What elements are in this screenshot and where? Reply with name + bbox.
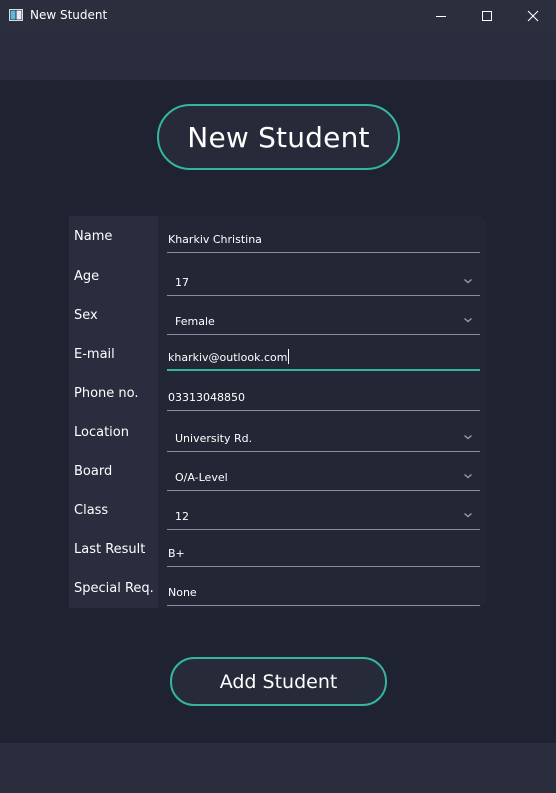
- special-req-field[interactable]: None: [167, 572, 480, 606]
- chevron-down-icon: [464, 279, 472, 284]
- maximize-button[interactable]: [464, 0, 510, 31]
- class-value: 12: [175, 510, 189, 523]
- age-value: 17: [175, 276, 189, 289]
- special-req-value: None: [168, 586, 197, 599]
- sex-underline: [167, 334, 480, 335]
- phone-underline: [167, 410, 480, 411]
- board-underline: [167, 490, 480, 491]
- sex-value: Female: [175, 315, 215, 328]
- last-result-value: B+: [168, 547, 185, 560]
- email-text: kharkiv@outlook.com: [168, 351, 288, 364]
- app-window: New Student New Student Name Age Sex E-m…: [0, 0, 556, 793]
- location-label: Location: [74, 425, 129, 440]
- chevron-down-icon: [464, 318, 472, 323]
- special-req-label: Special Req.: [74, 581, 154, 596]
- sex-label: Sex: [74, 308, 98, 323]
- phone-field[interactable]: 03313048850: [167, 377, 480, 411]
- app-icon: [9, 9, 23, 21]
- title-bar[interactable]: New Student: [0, 0, 556, 31]
- close-icon: [527, 10, 539, 21]
- board-select[interactable]: O/A-Level: [167, 457, 480, 491]
- chevron-down-icon: [464, 474, 472, 479]
- sex-select[interactable]: Female: [167, 301, 480, 335]
- footer-band: [0, 743, 556, 793]
- maximize-icon: [482, 10, 492, 21]
- add-student-label: Add Student: [219, 670, 338, 693]
- page-title-banner: New Student: [157, 104, 400, 170]
- last-result-underline: [167, 566, 480, 567]
- class-label: Class: [74, 503, 109, 518]
- name-underline: [167, 252, 480, 253]
- email-label: E-mail: [74, 347, 115, 362]
- class-underline: [167, 529, 480, 530]
- last-result-label: Last Result: [74, 542, 146, 557]
- email-value: kharkiv@outlook.com: [168, 349, 290, 364]
- board-value: O/A-Level: [175, 471, 228, 484]
- add-student-button[interactable]: Add Student: [170, 657, 387, 706]
- chevron-down-icon: [464, 513, 472, 518]
- email-underline: [167, 369, 480, 371]
- location-select[interactable]: University Rd.: [167, 418, 480, 452]
- age-underline: [167, 295, 480, 296]
- page-title: New Student: [187, 120, 370, 154]
- window-title: New Student: [30, 8, 108, 22]
- name-value: Kharkiv Christina: [168, 233, 262, 246]
- chevron-down-icon: [464, 435, 472, 440]
- class-select[interactable]: 12: [167, 496, 480, 530]
- age-label: Age: [74, 269, 100, 284]
- last-result-field[interactable]: B+: [167, 533, 480, 567]
- special-req-underline: [167, 605, 480, 606]
- phone-label: Phone no.: [74, 386, 139, 401]
- phone-value: 03313048850: [168, 391, 245, 404]
- minimize-button[interactable]: [418, 0, 464, 31]
- minimize-icon: [436, 15, 446, 17]
- email-field[interactable]: kharkiv@outlook.com: [167, 337, 480, 371]
- name-field[interactable]: Kharkiv Christina: [167, 219, 480, 253]
- close-button[interactable]: [510, 0, 556, 31]
- text-caret: [288, 349, 290, 364]
- age-select[interactable]: 17: [167, 262, 480, 296]
- location-value: University Rd.: [175, 432, 253, 445]
- header-band: [0, 31, 556, 80]
- location-underline: [167, 451, 480, 452]
- board-label: Board: [74, 464, 113, 479]
- name-label: Name: [74, 229, 113, 244]
